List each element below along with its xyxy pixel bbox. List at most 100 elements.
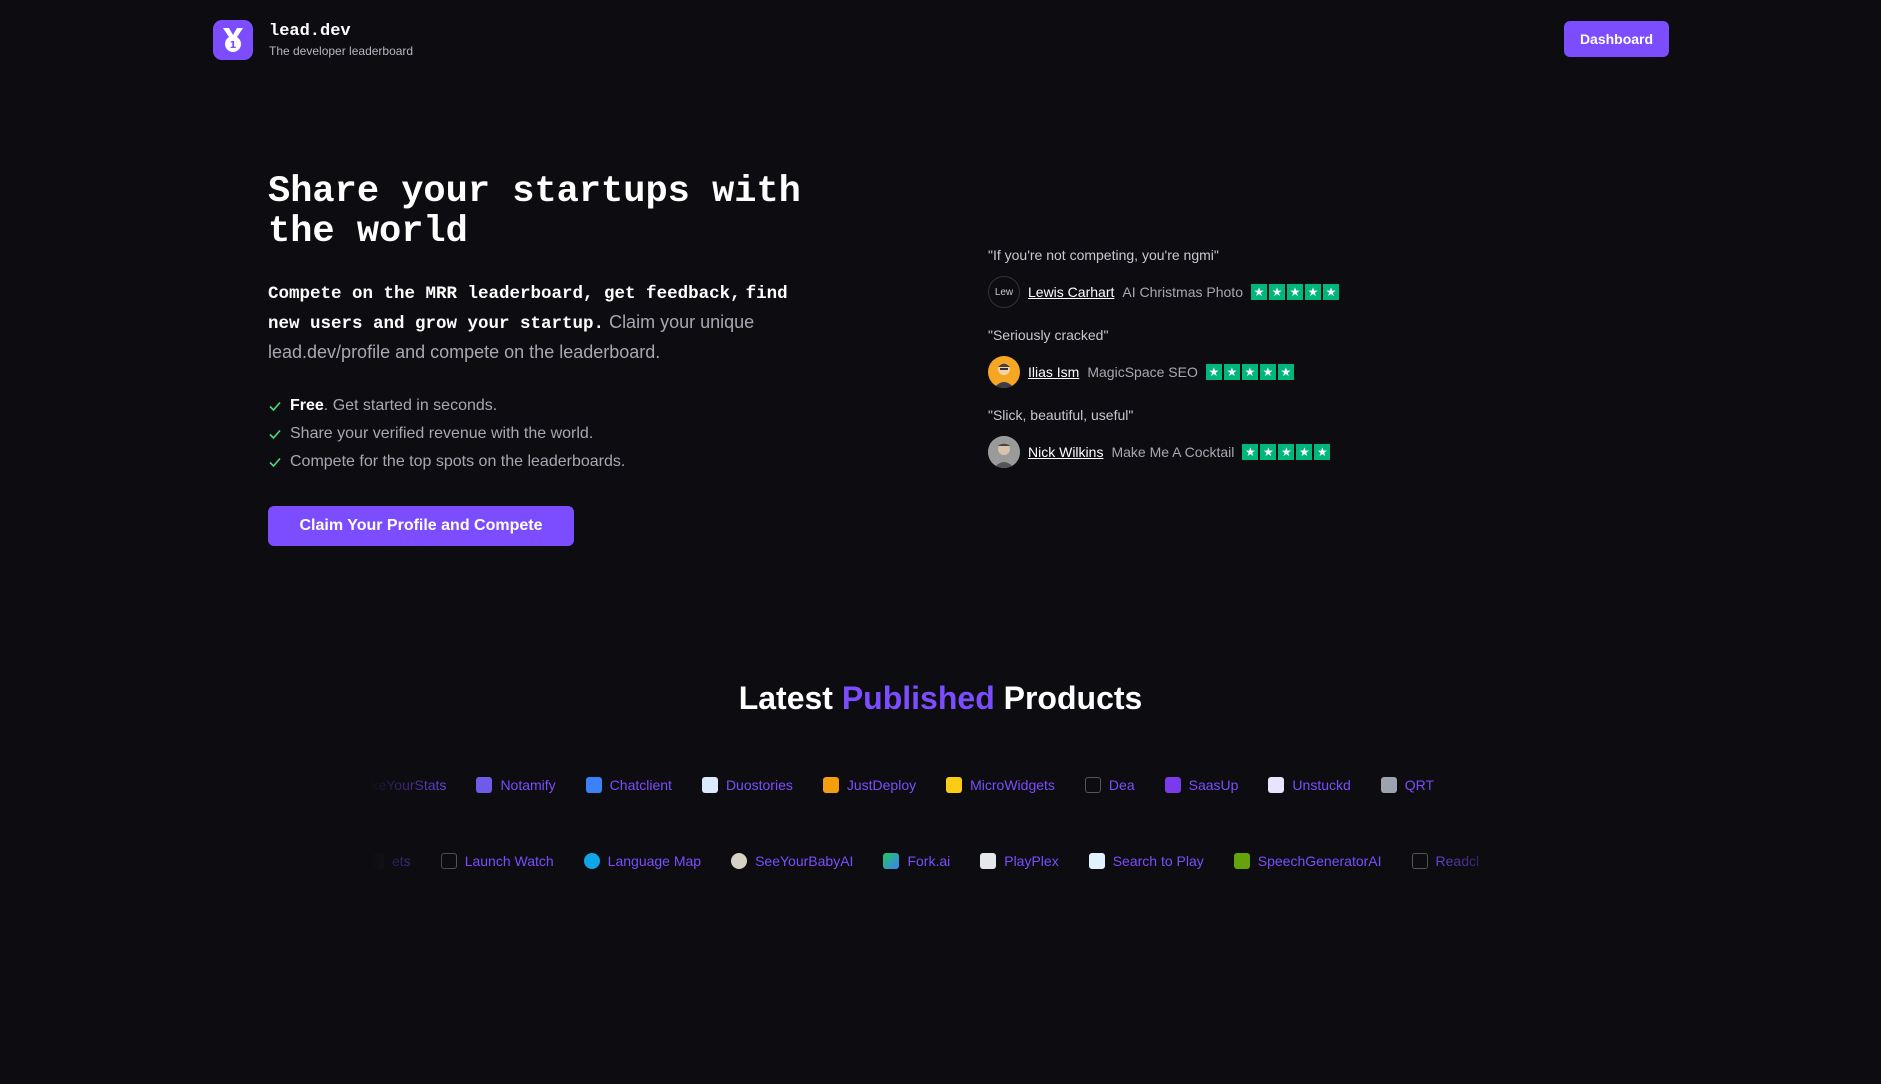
product-name: QRT <box>1404 777 1435 793</box>
star-icon: ★ <box>1296 444 1313 460</box>
avatar-alt-text: Lew <box>994 286 1014 298</box>
star-icon: ★ <box>1242 444 1259 460</box>
product-name: Launch Watch <box>464 853 554 869</box>
product-name: Chatclient <box>609 777 672 793</box>
product-name: Fork.ai <box>907 853 951 869</box>
product-link[interactable]: MakeYourStats <box>368 777 446 793</box>
testimonial-author-row: Lew Lewis Carhart AI Christmas Photo ★ ★ ★… <box>988 276 1408 308</box>
star-icon: ★ <box>1314 444 1331 460</box>
product-name: SpeechGeneratorAI <box>1257 853 1382 869</box>
claim-profile-button[interactable]: Claim Your Profile and Compete <box>268 506 574 546</box>
hero-section: Share your startups with the world Compe… <box>268 172 808 546</box>
star-icon: ★ <box>1259 364 1276 380</box>
brand-name[interactable]: lead.dev <box>269 22 413 42</box>
latest-products-heading: Latest Published Products <box>0 680 1881 717</box>
check-icon <box>268 455 284 469</box>
avatar <box>988 356 1020 388</box>
star-icon: ★ <box>1250 284 1267 300</box>
product-link[interactable]: QRT <box>1380 777 1435 793</box>
feature-item: Share your verified revenue with the wor… <box>268 420 808 448</box>
testimonial-author-link[interactable]: Nick Wilkins <box>1028 444 1103 460</box>
testimonial-product: Make Me A Cocktail <box>1111 444 1235 460</box>
hero-title-line1: Share your startups with <box>268 171 801 213</box>
marquee-track: MakeYourStats Notamify Chatclient Duosto… <box>368 773 1464 797</box>
product-name: SeeYourBabyAI <box>755 853 854 869</box>
product-link[interactable]: Search to Play <box>1088 853 1204 869</box>
product-link[interactable]: ets <box>368 853 411 869</box>
avatar <box>988 436 1020 468</box>
heading-word-products: Products <box>1003 680 1143 716</box>
product-name: MakeYourStats <box>368 777 447 793</box>
testimonial-author-link[interactable]: Lewis Carhart <box>1028 284 1114 300</box>
star-icon: ★ <box>1260 444 1277 460</box>
broken-image-icon <box>1084 777 1101 793</box>
product-link[interactable]: Fork.ai <box>883 853 950 869</box>
product-link[interactable]: SeeYourBabyAI <box>731 853 853 869</box>
feature-item: Compete for the top spots on the leaderb… <box>268 448 808 476</box>
product-link[interactable]: Duostories <box>701 777 793 793</box>
hero-lead-bold-1: Compete on the MRR leaderboard, get feed… <box>268 284 741 304</box>
feature-text: Compete for the top spots on the leaderb… <box>290 453 626 470</box>
rating-stars: ★ ★ ★ ★ ★ <box>1205 364 1294 380</box>
product-link[interactable]: Unstuckd <box>1268 777 1351 793</box>
feature-text: . Get started in seconds. <box>323 397 498 414</box>
product-link[interactable]: Launch Watch <box>440 853 554 869</box>
product-name: PlayPlex <box>1004 853 1059 869</box>
product-name: ets <box>392 853 411 869</box>
product-link[interactable]: Chatclient <box>585 777 672 793</box>
product-logo-icon <box>1088 853 1105 869</box>
product-name: Notamify <box>500 777 556 793</box>
star-icon: ★ <box>1268 284 1285 300</box>
product-name: Search to Play <box>1112 853 1204 869</box>
star-icon: ★ <box>1223 364 1240 380</box>
product-link[interactable]: SaasUp <box>1164 777 1238 793</box>
product-link[interactable]: Readcl <box>1411 853 1479 869</box>
star-icon: ★ <box>1286 284 1303 300</box>
product-link[interactable]: SpeechGeneratorAI <box>1233 853 1382 869</box>
product-logo-icon <box>368 853 384 869</box>
product-logo-icon <box>883 853 900 869</box>
rating-stars: ★ ★ ★ ★ ★ <box>1250 284 1339 300</box>
product-logo-icon <box>476 777 493 793</box>
landing-page: 1 lead.dev The developer leaderboard Das… <box>0 0 1881 1084</box>
site-header: 1 lead.dev The developer leaderboard Das… <box>213 20 1669 60</box>
medal-logo-icon[interactable]: 1 <box>213 20 253 60</box>
hero-lead: Compete on the MRR leaderboard, get feed… <box>268 278 808 366</box>
product-link[interactable]: PlayPlex <box>980 853 1059 869</box>
product-link[interactable]: MicroWidgets <box>946 777 1055 793</box>
heading-word-published: Published <box>841 680 995 716</box>
globe-icon <box>583 853 600 869</box>
heading-word-latest: Latest <box>738 680 833 716</box>
product-logo-icon <box>946 777 963 793</box>
testimonial-author-link[interactable]: Ilias Ism <box>1028 364 1079 380</box>
brand: lead.dev The developer leaderboard <box>269 22 413 58</box>
brand-tagline: The developer leaderboard <box>269 44 414 58</box>
hero-title: Share your startups with the world <box>268 172 808 252</box>
feature-bold: Free <box>290 397 324 414</box>
star-icon: ★ <box>1304 284 1321 300</box>
hero-title-line2: the world <box>268 211 468 253</box>
testimonial-product: MagicSpace SEO <box>1087 364 1198 380</box>
product-link[interactable]: Notamify <box>476 777 556 793</box>
star-icon: ★ <box>1277 364 1294 380</box>
product-logo-icon <box>731 853 748 869</box>
product-logo-icon <box>1380 777 1397 793</box>
broken-image-icon <box>1411 853 1428 869</box>
testimonial-author-row: Ilias Ism MagicSpace SEO ★ ★ ★ ★ ★ <box>988 356 1408 388</box>
svg-text:1: 1 <box>230 40 237 51</box>
product-logo-icon <box>980 853 997 869</box>
dashboard-button[interactable]: Dashboard <box>1564 21 1669 57</box>
product-link[interactable]: Dea <box>1084 777 1135 793</box>
speech-bubble-icon <box>1233 853 1250 869</box>
testimonial-quote: "If you're not competing, you're ngmi" <box>988 247 1219 263</box>
product-link[interactable]: Language Map <box>583 853 701 869</box>
feature-item: Free. Get started in seconds. <box>268 392 808 420</box>
product-logo-icon <box>1268 777 1285 793</box>
product-link[interactable]: JustDeploy <box>822 777 917 793</box>
testimonial-quote: "Seriously cracked" <box>988 327 1109 343</box>
products-marquee-row-1: MakeYourStats Notamify Chatclient Duosto… <box>368 773 1512 797</box>
product-logo-icon <box>1164 777 1181 793</box>
check-icon <box>268 399 284 413</box>
star-icon: ★ <box>1241 364 1258 380</box>
product-name: JustDeploy <box>846 777 917 793</box>
